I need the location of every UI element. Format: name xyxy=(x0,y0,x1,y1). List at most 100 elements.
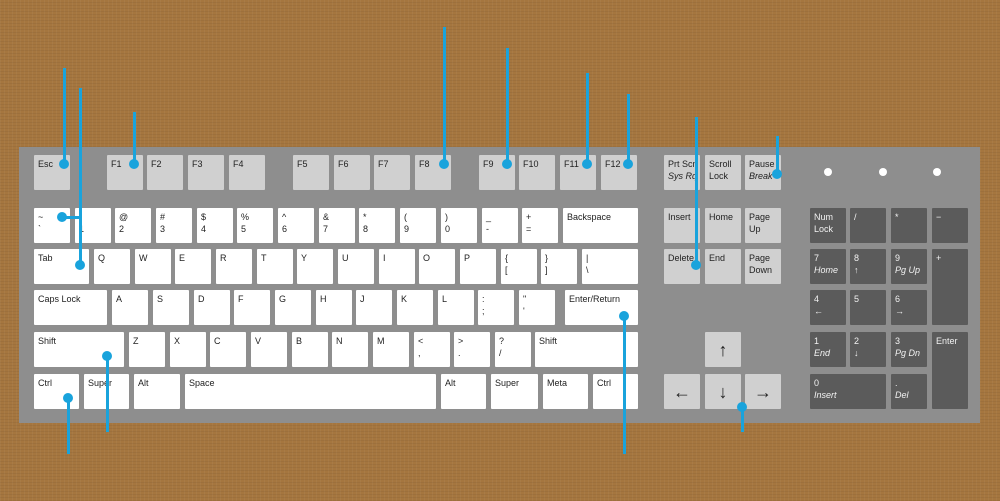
key-right-alt[interactable]: Alt xyxy=(441,374,486,409)
key-l[interactable]: L xyxy=(438,290,474,325)
key-e[interactable]: E xyxy=(175,249,211,284)
key-i[interactable]: I xyxy=(379,249,415,284)
key-f5[interactable]: F5 xyxy=(293,155,329,190)
key-m[interactable]: M xyxy=(373,332,409,367)
key-right-super[interactable]: Super xyxy=(491,374,538,409)
key-d[interactable]: D xyxy=(194,290,230,325)
key-4[interactable]: $4 xyxy=(197,208,233,243)
key-numpad-8[interactable]: 8 ↑ xyxy=(850,249,886,284)
key-sublabel: Lock xyxy=(814,224,834,234)
key-numpad-3[interactable]: 3 Pg Dn xyxy=(891,332,927,367)
key-p[interactable]: P xyxy=(460,249,496,284)
key-left-bracket[interactable]: {[ xyxy=(501,249,537,284)
key-numpad-add[interactable]: + xyxy=(932,249,968,325)
key-f4[interactable]: F4 xyxy=(229,155,265,190)
key-q[interactable]: Q xyxy=(94,249,130,284)
key-home[interactable]: Home xyxy=(705,208,741,243)
key-numpad-6[interactable]: 6 → xyxy=(891,290,927,325)
key-j[interactable]: J xyxy=(356,290,392,325)
key-numpad-5[interactable]: 5 xyxy=(850,290,886,325)
key-numpad-2[interactable]: 2 ↓ xyxy=(850,332,886,367)
key-y[interactable]: Y xyxy=(297,249,333,284)
key-numpad-1[interactable]: 1 End xyxy=(810,332,846,367)
key-numpad-decimal[interactable]: . Del xyxy=(891,374,927,409)
key-o[interactable]: O xyxy=(419,249,455,284)
key-numpad-4[interactable]: 4 ← xyxy=(810,290,846,325)
key-v[interactable]: V xyxy=(251,332,287,367)
key-right-ctrl[interactable]: Ctrl xyxy=(593,374,638,409)
key-quote[interactable]: " ' xyxy=(519,290,555,325)
key-x[interactable]: X xyxy=(170,332,206,367)
key-caps-lock[interactable]: Caps Lock xyxy=(34,290,107,325)
key-f2[interactable]: F2 xyxy=(147,155,183,190)
key-left-ctrl[interactable]: Ctrl xyxy=(34,374,79,409)
key-h[interactable]: H xyxy=(316,290,352,325)
key-arrow-up[interactable]: ↑ xyxy=(705,332,741,367)
key-k[interactable]: K xyxy=(397,290,433,325)
key-scroll-lock[interactable]: Scroll Lock xyxy=(705,155,741,190)
key-f7[interactable]: F7 xyxy=(374,155,410,190)
key-t[interactable]: T xyxy=(257,249,293,284)
key-6[interactable]: ^ 6 xyxy=(278,208,314,243)
key-8[interactable]: * 8 xyxy=(359,208,395,243)
key-f3[interactable]: F3 xyxy=(188,155,224,190)
key-slash[interactable]: ? / xyxy=(495,332,531,367)
key-f10[interactable]: F10 xyxy=(519,155,555,190)
key-equals[interactable]: + = xyxy=(522,208,558,243)
key-arrow-down[interactable]: ↓ xyxy=(705,374,741,409)
key-comma[interactable]: <, xyxy=(414,332,450,367)
key-label: 2 xyxy=(854,336,860,346)
key-backspace[interactable]: Backspace xyxy=(563,208,638,243)
key-label: F xyxy=(238,294,244,304)
key-9[interactable]: (9 xyxy=(400,208,436,243)
key-space[interactable]: Space xyxy=(185,374,436,409)
key-page-down[interactable]: Page Down xyxy=(745,249,781,284)
key-2[interactable]: @2 xyxy=(115,208,151,243)
key-3[interactable]: #3 xyxy=(156,208,192,243)
key-arrow-right[interactable]: → xyxy=(745,374,781,409)
key-n[interactable]: N xyxy=(332,332,368,367)
key-backslash[interactable]: | \ xyxy=(582,249,638,284)
key-r[interactable]: R xyxy=(216,249,252,284)
key-numpad-9[interactable]: 9 Pg Up xyxy=(891,249,927,284)
key-b[interactable]: B xyxy=(292,332,328,367)
key-arrow-left[interactable]: ← xyxy=(664,374,700,409)
key-end[interactable]: End xyxy=(705,249,741,284)
key-7[interactable]: & 7 xyxy=(319,208,355,243)
key-w[interactable]: W xyxy=(135,249,171,284)
key-g[interactable]: G xyxy=(275,290,311,325)
key-numpad-0[interactable]: 0 Insert xyxy=(810,374,886,409)
key-page-up[interactable]: Page Up xyxy=(745,208,781,243)
key-minus[interactable]: _ - xyxy=(482,208,518,243)
key-label: = xyxy=(526,224,532,234)
key-0[interactable]: ) 0 xyxy=(441,208,477,243)
key-semicolon[interactable]: :; xyxy=(478,290,514,325)
key-z[interactable]: Z xyxy=(129,332,165,367)
key-s[interactable]: S xyxy=(153,290,189,325)
key-f[interactable]: F xyxy=(234,290,270,325)
key-c[interactable]: C xyxy=(210,332,246,367)
pointer-dot-f1 xyxy=(129,159,139,169)
key-shift-label: @ xyxy=(119,212,129,222)
key-left-shift[interactable]: Shift xyxy=(34,332,124,367)
key-numpad-multiply[interactable]: * xyxy=(891,208,927,243)
key-meta[interactable]: Meta xyxy=(543,374,588,409)
key-label: 0 xyxy=(445,224,451,234)
key-numpad-divide[interactable]: / xyxy=(850,208,886,243)
key-label: N xyxy=(336,336,343,346)
key-num-lock[interactable]: Num Lock xyxy=(810,208,846,243)
key-right-bracket[interactable]: }] xyxy=(541,249,577,284)
key-sublabel: Up xyxy=(749,224,761,234)
key-numpad-enter[interactable]: Enter xyxy=(932,332,968,409)
key-numpad-subtract[interactable]: − xyxy=(932,208,968,243)
key-f6[interactable]: F6 xyxy=(334,155,370,190)
pointer-dot-esc xyxy=(59,159,69,169)
key-period[interactable]: >. xyxy=(454,332,490,367)
key-numpad-7[interactable]: 7 Home xyxy=(810,249,846,284)
key-u[interactable]: U xyxy=(338,249,374,284)
key-left-alt[interactable]: Alt xyxy=(134,374,180,409)
key-5[interactable]: % 5 xyxy=(237,208,273,243)
key-label: Space xyxy=(189,378,215,388)
key-a[interactable]: A xyxy=(112,290,148,325)
key-shift-label: # xyxy=(160,212,166,222)
